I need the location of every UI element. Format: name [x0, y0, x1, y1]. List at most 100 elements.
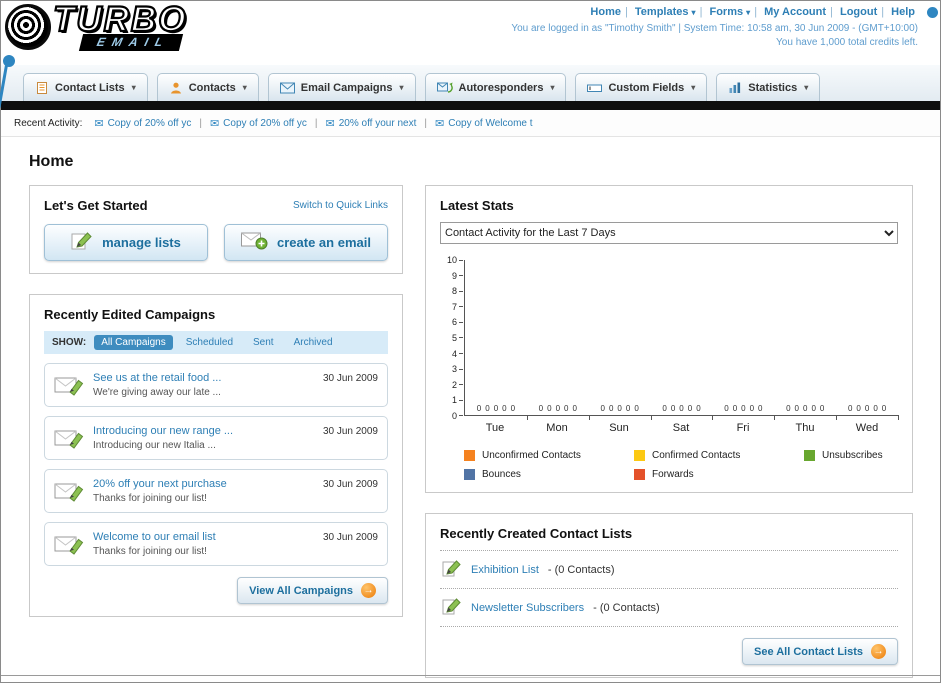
campaign-date: 30 Jun 2009	[322, 426, 378, 437]
manage-lists-label: manage lists	[102, 235, 181, 250]
legend-swatch	[634, 469, 645, 480]
main-navigation: Contact Lists ▾ Contacts ▾ Email Campaig…	[1, 65, 940, 101]
separator: |	[754, 6, 758, 18]
recent-activity-link[interactable]: ✉ Copy of Welcome t	[435, 117, 533, 130]
header-right: Home | Templates ▾ | Forms ▾ | My Account | …	[511, 6, 918, 48]
create-email-label: create an email	[277, 235, 371, 250]
nav-forms-link[interactable]: Forms ▾	[709, 6, 750, 18]
logo-main-text: TURBO	[52, 0, 188, 39]
campaign-title-link[interactable]: 20% off your next purchase	[93, 478, 314, 490]
nav-home-link[interactable]: Home	[590, 6, 621, 18]
filter-scheduled[interactable]: Scheduled	[179, 335, 240, 350]
see-all-contact-lists-button[interactable]: See All Contact Lists →	[741, 638, 898, 665]
tab-email-campaigns[interactable]: Email Campaigns ▾	[267, 73, 416, 101]
contact-list-link[interactable]: Exhibition List	[471, 564, 539, 576]
get-started-title: Let's Get Started	[44, 198, 148, 213]
contact-activity-chart: 10 9 8 7 6 5 4 3 2 1 0 000000000000000000000000000…	[440, 255, 899, 480]
manage-lists-button[interactable]: manage lists	[44, 224, 208, 261]
campaign-title-link[interactable]: See us at the retail food ...	[93, 372, 314, 384]
bar-value-labels: 00000	[847, 404, 887, 413]
view-all-campaigns-button[interactable]: View All Campaigns →	[237, 577, 388, 604]
legend-swatch	[464, 469, 475, 480]
chevron-down-icon: ▾	[691, 83, 696, 92]
recent-activity-link[interactable]: ✉ Copy of 20% off yc	[210, 117, 307, 130]
tab-custom-fields[interactable]: Custom Fields ▾	[575, 73, 708, 101]
nav-templates-link[interactable]: Templates ▾	[635, 6, 696, 18]
recent-activity-label: Recent Activity:	[14, 117, 83, 129]
latest-stats-title: Latest Stats	[440, 198, 514, 213]
main-content: Home Let's Get Started Switch to Quick L…	[1, 137, 940, 678]
nav-logout-link[interactable]: Logout	[840, 6, 877, 18]
recent-activity-item-label: Copy of 20% off yc	[223, 117, 307, 129]
campaign-title-link[interactable]: Welcome to our email list	[93, 531, 314, 543]
contact-list-count: - (0 Contacts)	[593, 601, 660, 614]
recent-activity-link[interactable]: ✉ 20% off your next	[326, 117, 417, 130]
chevron-down-icon: ▾	[131, 83, 136, 92]
switch-to-quick-links[interactable]: Switch to Quick Links	[293, 200, 388, 211]
legend-label: Bounces	[482, 469, 521, 480]
contact-list-link[interactable]: Newsletter Subscribers	[471, 602, 584, 614]
nav-my-account-link[interactable]: My Account	[764, 6, 826, 18]
custom-fields-icon	[587, 82, 603, 94]
logo-sub-text: EMAIL	[78, 34, 184, 51]
tab-label: Custom Fields	[608, 81, 685, 94]
legend-item: Unconfirmed Contacts	[464, 450, 634, 461]
bar-value-labels: 00000	[538, 404, 577, 413]
tab-contacts[interactable]: Contacts ▾	[156, 73, 259, 101]
contact-list-row: Exhibition List - (0 Contacts)	[440, 551, 898, 589]
pencil-icon	[442, 596, 462, 619]
campaign-row: Welcome to our email list Thanks for join…	[44, 522, 388, 566]
campaign-title-link[interactable]: Introducing our new range ...	[93, 425, 314, 437]
tab-label: Email Campaigns	[300, 81, 393, 94]
x-axis-label: Fri	[736, 422, 750, 434]
chevron-down-icon: ▾	[399, 83, 404, 92]
legend-swatch	[464, 450, 475, 461]
app-logo[interactable]: TURBO EMAIL	[5, 0, 188, 51]
bar-group-sat: 00000	[651, 260, 714, 420]
recent-activity-item-label: Copy of Welcome t	[448, 117, 533, 129]
campaign-subtitle: Thanks for joining our list!	[93, 546, 207, 557]
campaign-row: 20% off your next purchase Thanks for joi…	[44, 469, 388, 513]
legend-label: Confirmed Contacts	[652, 450, 741, 461]
contact-lists-panel-title: Recently Created Contact Lists	[440, 526, 633, 541]
see-all-contact-lists-label: See All Contact Lists	[753, 645, 863, 658]
bar-value-labels: 00000	[786, 404, 825, 413]
create-email-button[interactable]: create an email	[224, 224, 388, 261]
tab-label: Statistics	[748, 81, 798, 94]
bar-value-labels: 00000	[600, 404, 639, 413]
chart-y-axis: 10 9 8 7 6 5 4 3 2 1 0	[440, 255, 464, 421]
statistics-icon	[728, 81, 742, 94]
legend-item: Forwards	[634, 469, 804, 480]
nav-help-link[interactable]: Help	[891, 6, 915, 18]
turbo-swirl-icon	[5, 4, 51, 50]
filter-all-campaigns[interactable]: All Campaigns	[94, 335, 173, 350]
recent-activity-link[interactable]: ✉ Copy of 20% off yc	[94, 117, 191, 130]
campaign-filter-bar: SHOW: All Campaigns Scheduled Sent Archived	[44, 331, 388, 354]
header: TURBO EMAIL Home | Templates ▾ | Forms ▾ | …	[1, 1, 940, 65]
chevron-down-icon: ▾	[804, 83, 809, 92]
stats-activity-select[interactable]: Contact Activity for the Last 7 Days	[440, 222, 898, 244]
tab-label: Contact Lists	[55, 81, 125, 94]
campaign-text: See us at the retail food ... We're givin…	[93, 372, 314, 398]
filter-archived[interactable]: Archived	[287, 335, 340, 350]
tab-statistics[interactable]: Statistics ▾	[716, 73, 821, 101]
x-axis-label: Wed	[855, 422, 879, 434]
tab-autoresponders[interactable]: Autoresponders ▾	[424, 73, 567, 101]
envelope-icon: ✉	[209, 117, 220, 130]
campaign-list: See us at the retail food ... We're givin…	[44, 363, 388, 566]
separator: |	[424, 117, 427, 129]
filter-sent[interactable]: Sent	[246, 335, 281, 350]
view-all-campaigns-label: View All Campaigns	[249, 584, 353, 597]
chart-x-labels: Tue Mon Sun Sat Fri Thu Wed	[464, 422, 898, 434]
tab-contact-lists[interactable]: Contact Lists ▾	[23, 73, 148, 101]
page-title: Home	[29, 153, 74, 170]
separator: |	[699, 6, 703, 18]
tab-label: Contacts	[188, 81, 236, 94]
chevron-down-icon: ▾	[242, 83, 247, 92]
recent-activity-item-label: 20% off your next	[338, 117, 417, 129]
separator: |	[830, 6, 833, 18]
legend-label: Unconfirmed Contacts	[482, 450, 581, 461]
campaigns-panel-title: Recently Edited Campaigns	[44, 307, 216, 322]
legend-label: Forwards	[652, 469, 694, 480]
campaign-date: 30 Jun 2009	[322, 479, 378, 490]
